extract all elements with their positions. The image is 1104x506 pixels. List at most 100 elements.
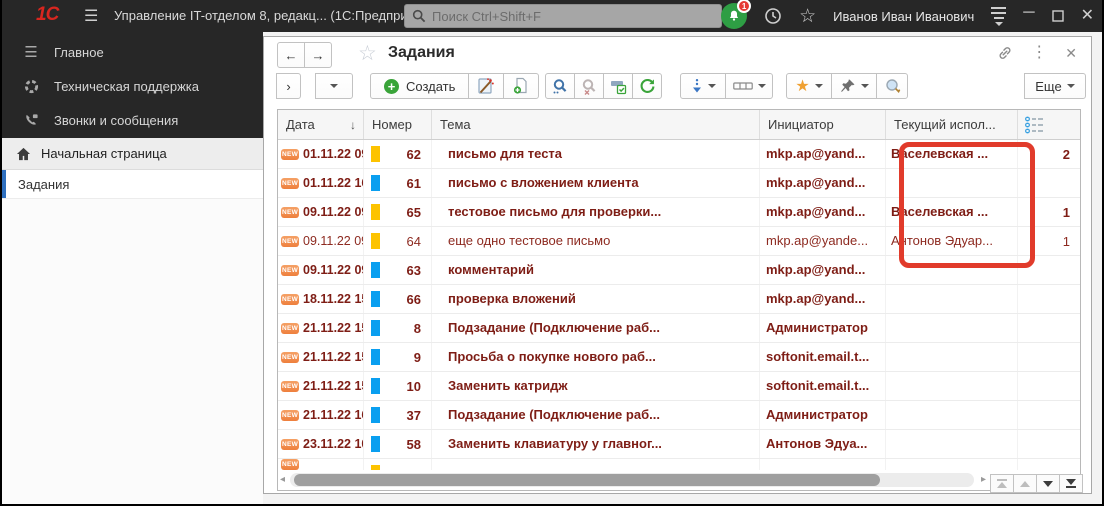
row-number: 58 bbox=[406, 436, 421, 452]
row-initiator: Администратор bbox=[760, 401, 886, 429]
tasks-panel: ← → ☆ Задания ⋮ ✕ › + Создать ★ Еще Дата… bbox=[263, 36, 1092, 494]
table-row[interactable]: NEW 21.11.22 16:42 37 Подзадание (Подклю… bbox=[278, 401, 1080, 430]
row-date: 01.11.22 09:31 bbox=[303, 147, 363, 161]
expand-button[interactable]: › bbox=[276, 73, 301, 99]
column-header-date[interactable]: Дата ↓ bbox=[278, 110, 364, 139]
column-header-executor[interactable]: Текущий испол... bbox=[886, 110, 1018, 139]
search-input[interactable]: Поиск Ctrl+Shift+F bbox=[404, 4, 722, 28]
chevron-down-icon bbox=[707, 84, 716, 88]
table-row[interactable]: NEW 01.11.22 16:48 61 письмо с вложением… bbox=[278, 169, 1080, 198]
row-number: 66 bbox=[406, 291, 421, 307]
table-row[interactable]: NEW 09.11.22 09:26 65 тестовое письмо дл… bbox=[278, 198, 1080, 227]
row-count bbox=[1018, 314, 1080, 342]
maximize-button[interactable] bbox=[1051, 10, 1064, 22]
row-executor: Антонов Эдуар... bbox=[886, 227, 1018, 255]
tasks-table: Дата ↓ Номер Тема Инициатор Текущий испо… bbox=[277, 109, 1081, 491]
sidebar-item-home[interactable]: Начальная страница bbox=[2, 138, 263, 170]
more-button[interactable]: Еще bbox=[1024, 73, 1086, 99]
service-menu-button[interactable] bbox=[991, 6, 1007, 26]
row-number: 37 bbox=[406, 407, 421, 423]
scroll-right-icon[interactable]: ▸ bbox=[981, 474, 986, 485]
app-window: 1С ☰ Управление IT-отделом 8, редакц... … bbox=[0, 0, 1104, 506]
more-button-label: Еще bbox=[1035, 78, 1062, 94]
refresh-icon bbox=[639, 78, 656, 95]
back-button[interactable]: ← bbox=[277, 42, 305, 68]
preview-button[interactable] bbox=[876, 73, 908, 99]
configure-list-button[interactable] bbox=[603, 73, 633, 99]
refresh-button[interactable] bbox=[632, 73, 662, 99]
create-from-template-button[interactable] bbox=[468, 73, 505, 99]
new-badge: NEW bbox=[281, 235, 299, 247]
table-row[interactable]: NEW 21.11.22 15:56 9 Просьба о покупке н… bbox=[278, 343, 1080, 372]
forward-button[interactable]: → bbox=[304, 42, 332, 68]
column-header-count[interactable] bbox=[1018, 110, 1080, 139]
copy-button[interactable] bbox=[503, 73, 540, 99]
lifebuoy-icon bbox=[22, 79, 40, 94]
favorite-star-icon[interactable]: ☆ bbox=[358, 41, 377, 66]
link-icon[interactable] bbox=[997, 45, 1013, 61]
scroll-left-icon[interactable]: ◂ bbox=[280, 474, 285, 485]
table-row[interactable]: NEW 01.11.22 09:31 62 письмо для теста m… bbox=[278, 140, 1080, 169]
search-list-button[interactable] bbox=[545, 73, 575, 99]
go-first-button[interactable] bbox=[990, 474, 1014, 493]
chevron-down-icon bbox=[757, 84, 766, 88]
favorites-add-button[interactable]: ★ bbox=[786, 73, 832, 99]
row-executor: Васелевская ... bbox=[886, 140, 1018, 168]
go-last-button[interactable] bbox=[1059, 474, 1083, 493]
scrollbar-track[interactable] bbox=[290, 473, 974, 487]
column-header-theme[interactable]: Тема bbox=[432, 110, 760, 139]
priority-marker bbox=[371, 233, 380, 249]
column-header-initiator[interactable]: Инициатор bbox=[760, 110, 886, 139]
next-page-button[interactable] bbox=[1036, 474, 1060, 493]
row-theme: еще одно тестовое письмо bbox=[432, 227, 760, 255]
horizontal-scrollbar[interactable]: ◂ ▸ bbox=[278, 470, 988, 490]
kebab-menu-icon[interactable]: ⋮ bbox=[1031, 45, 1047, 61]
find-icon bbox=[552, 78, 569, 95]
sidebar-item-label: Начальная страница bbox=[41, 146, 167, 161]
sidebar-item-calls[interactable]: Звонки и сообщения bbox=[2, 103, 263, 137]
priority-marker bbox=[371, 262, 380, 278]
row-theme: письмо с вложением клиента bbox=[432, 169, 760, 197]
close-window-button[interactable]: ✕ bbox=[1081, 8, 1094, 24]
sort-button[interactable] bbox=[680, 73, 726, 99]
notifications-button[interactable]: 1 bbox=[721, 0, 752, 29]
table-row[interactable]: NEW 23.11.22 10:33 58 Заменить клавиатур… bbox=[278, 430, 1080, 459]
pin-button[interactable] bbox=[831, 73, 877, 99]
row-date: 21.11.22 15:57 bbox=[303, 379, 363, 393]
panel-close-icon[interactable]: ✕ bbox=[1065, 46, 1077, 60]
sidebar-item-tasks[interactable]: Задания bbox=[2, 170, 263, 199]
list-dropdown-button[interactable] bbox=[315, 73, 353, 99]
table-row[interactable]: NEW 21.11.22 15:57 10 Заменить катридж s… bbox=[278, 372, 1080, 401]
row-count: 1 bbox=[1062, 204, 1070, 220]
table-row[interactable]: NEW 09.11.22 09:42 63 комментарий mkp.ap… bbox=[278, 256, 1080, 285]
priority-marker bbox=[371, 378, 380, 394]
column-header-number[interactable]: Номер bbox=[364, 110, 432, 139]
row-count bbox=[1018, 285, 1080, 313]
row-theme bbox=[432, 459, 760, 470]
history-button[interactable] bbox=[764, 7, 782, 25]
table-row[interactable]: NEW 18.11.22 15:25 66 проверка вложений … bbox=[278, 285, 1080, 314]
row-theme: Подзадание (Подключение раб... bbox=[432, 314, 760, 342]
create-button[interactable]: + Создать bbox=[370, 73, 470, 99]
scrollbar-thumb[interactable] bbox=[294, 474, 880, 486]
previous-page-button[interactable] bbox=[1013, 474, 1037, 493]
list-settings-icon bbox=[609, 77, 627, 95]
main-menu-button[interactable]: ☰ bbox=[84, 6, 98, 26]
priority-marker bbox=[371, 146, 380, 162]
row-theme: Подзадание (Подключение раб... bbox=[432, 401, 760, 429]
sidebar-item-tech-support[interactable]: Техническая поддержка bbox=[2, 69, 263, 103]
row-number: 8 bbox=[413, 320, 421, 336]
row-number: 62 bbox=[406, 146, 421, 162]
cancel-search-button[interactable] bbox=[574, 73, 604, 99]
table-row[interactable]: NEW bbox=[278, 459, 1080, 470]
table-row[interactable]: NEW 09.11.22 09:29 64 еще одно тестовое … bbox=[278, 227, 1080, 256]
1c-logo-icon: 1С bbox=[36, 4, 59, 25]
minimize-button[interactable]: ─ bbox=[1023, 5, 1034, 27]
row-initiator: softonit.email.t... bbox=[760, 372, 886, 400]
table-row[interactable]: NEW 21.11.22 15:55 8 Подзадание (Подключ… bbox=[278, 314, 1080, 343]
view-mode-button[interactable] bbox=[725, 73, 773, 99]
row-date: 23.11.22 10:33 bbox=[303, 437, 363, 451]
new-badge: NEW bbox=[281, 380, 299, 392]
favorites-button[interactable]: ☆ bbox=[799, 7, 816, 26]
sidebar-item-main[interactable]: ☰ Главное bbox=[2, 35, 263, 69]
